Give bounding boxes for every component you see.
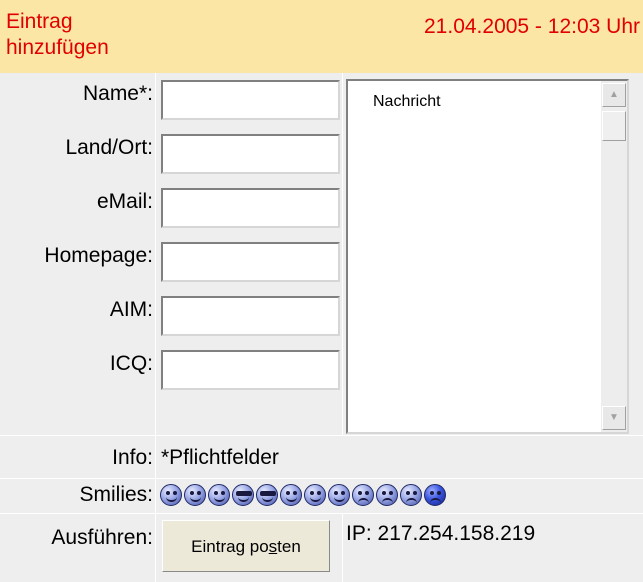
- smilies-label: Smilies:: [79, 483, 153, 506]
- sad-icon[interactable]: [376, 484, 398, 506]
- header-datetime: 21.04.2005 - 12:03 Uhr: [424, 15, 640, 38]
- ip-address: IP: 217.254.158.219: [346, 522, 536, 545]
- submit-label-end: ten: [277, 537, 301, 556]
- homepage-label: Homepage:: [44, 244, 153, 267]
- smile-icon[interactable]: [184, 484, 206, 506]
- column-divider: [155, 73, 156, 582]
- location-label: Land/Ort:: [65, 136, 153, 159]
- form-header: Eintrag hinzufügen 21.04.2005 - 12:03 Uh…: [0, 0, 643, 73]
- happy-icon[interactable]: [304, 484, 326, 506]
- nerd-icon[interactable]: [328, 484, 350, 506]
- row-divider: [0, 435, 643, 436]
- scroll-thumb[interactable]: [602, 111, 626, 141]
- guestbook-form: Eintrag hinzufügen 21.04.2005 - 12:03 Uh…: [0, 0, 643, 582]
- info-label: Info:: [112, 446, 153, 469]
- email-label: eMail:: [96, 190, 153, 213]
- submit-label-accel: s: [268, 537, 278, 556]
- scroll-up-arrow-icon[interactable]: ▲: [602, 83, 626, 107]
- submit-label-start: Eintrag po: [191, 537, 269, 556]
- column-divider: [342, 514, 343, 582]
- scroll-down-arrow-icon[interactable]: ▼: [602, 406, 626, 430]
- name-input[interactable]: [161, 80, 340, 120]
- location-input[interactable]: [161, 134, 340, 174]
- actions-label: Ausführen:: [51, 526, 153, 549]
- homepage-input[interactable]: [161, 242, 340, 282]
- smile-icon[interactable]: [280, 484, 302, 506]
- row-divider: [0, 478, 643, 479]
- form-title-line2: hinzufügen: [6, 36, 109, 59]
- name-label: Name*:: [82, 82, 153, 105]
- column-divider: [342, 73, 343, 435]
- sad-icon[interactable]: [352, 484, 374, 506]
- cool-icon[interactable]: [256, 484, 278, 506]
- icq-label: ICQ:: [109, 352, 153, 375]
- row-divider: [0, 513, 643, 514]
- cool-icon[interactable]: [232, 484, 254, 506]
- smile-icon[interactable]: [208, 484, 230, 506]
- angry-icon[interactable]: [424, 484, 446, 506]
- form-title: Eintrag hinzufügen: [6, 9, 109, 61]
- message-textarea[interactable]: Nachricht ▲ ▼: [346, 79, 629, 434]
- grin-icon[interactable]: [160, 484, 182, 506]
- message-scrollbar[interactable]: ▲ ▼: [601, 81, 627, 432]
- email-input[interactable]: [161, 188, 340, 228]
- message-text: Nachricht: [373, 93, 441, 110]
- sad-icon[interactable]: [400, 484, 422, 506]
- aim-label: AIM:: [109, 298, 153, 321]
- icq-input[interactable]: [161, 350, 340, 390]
- aim-input[interactable]: [161, 296, 340, 336]
- info-text: *Pflichtfelder: [161, 446, 279, 469]
- submit-entry-button[interactable]: Eintrag posten: [162, 520, 330, 572]
- form-title-line1: Eintrag: [6, 10, 73, 33]
